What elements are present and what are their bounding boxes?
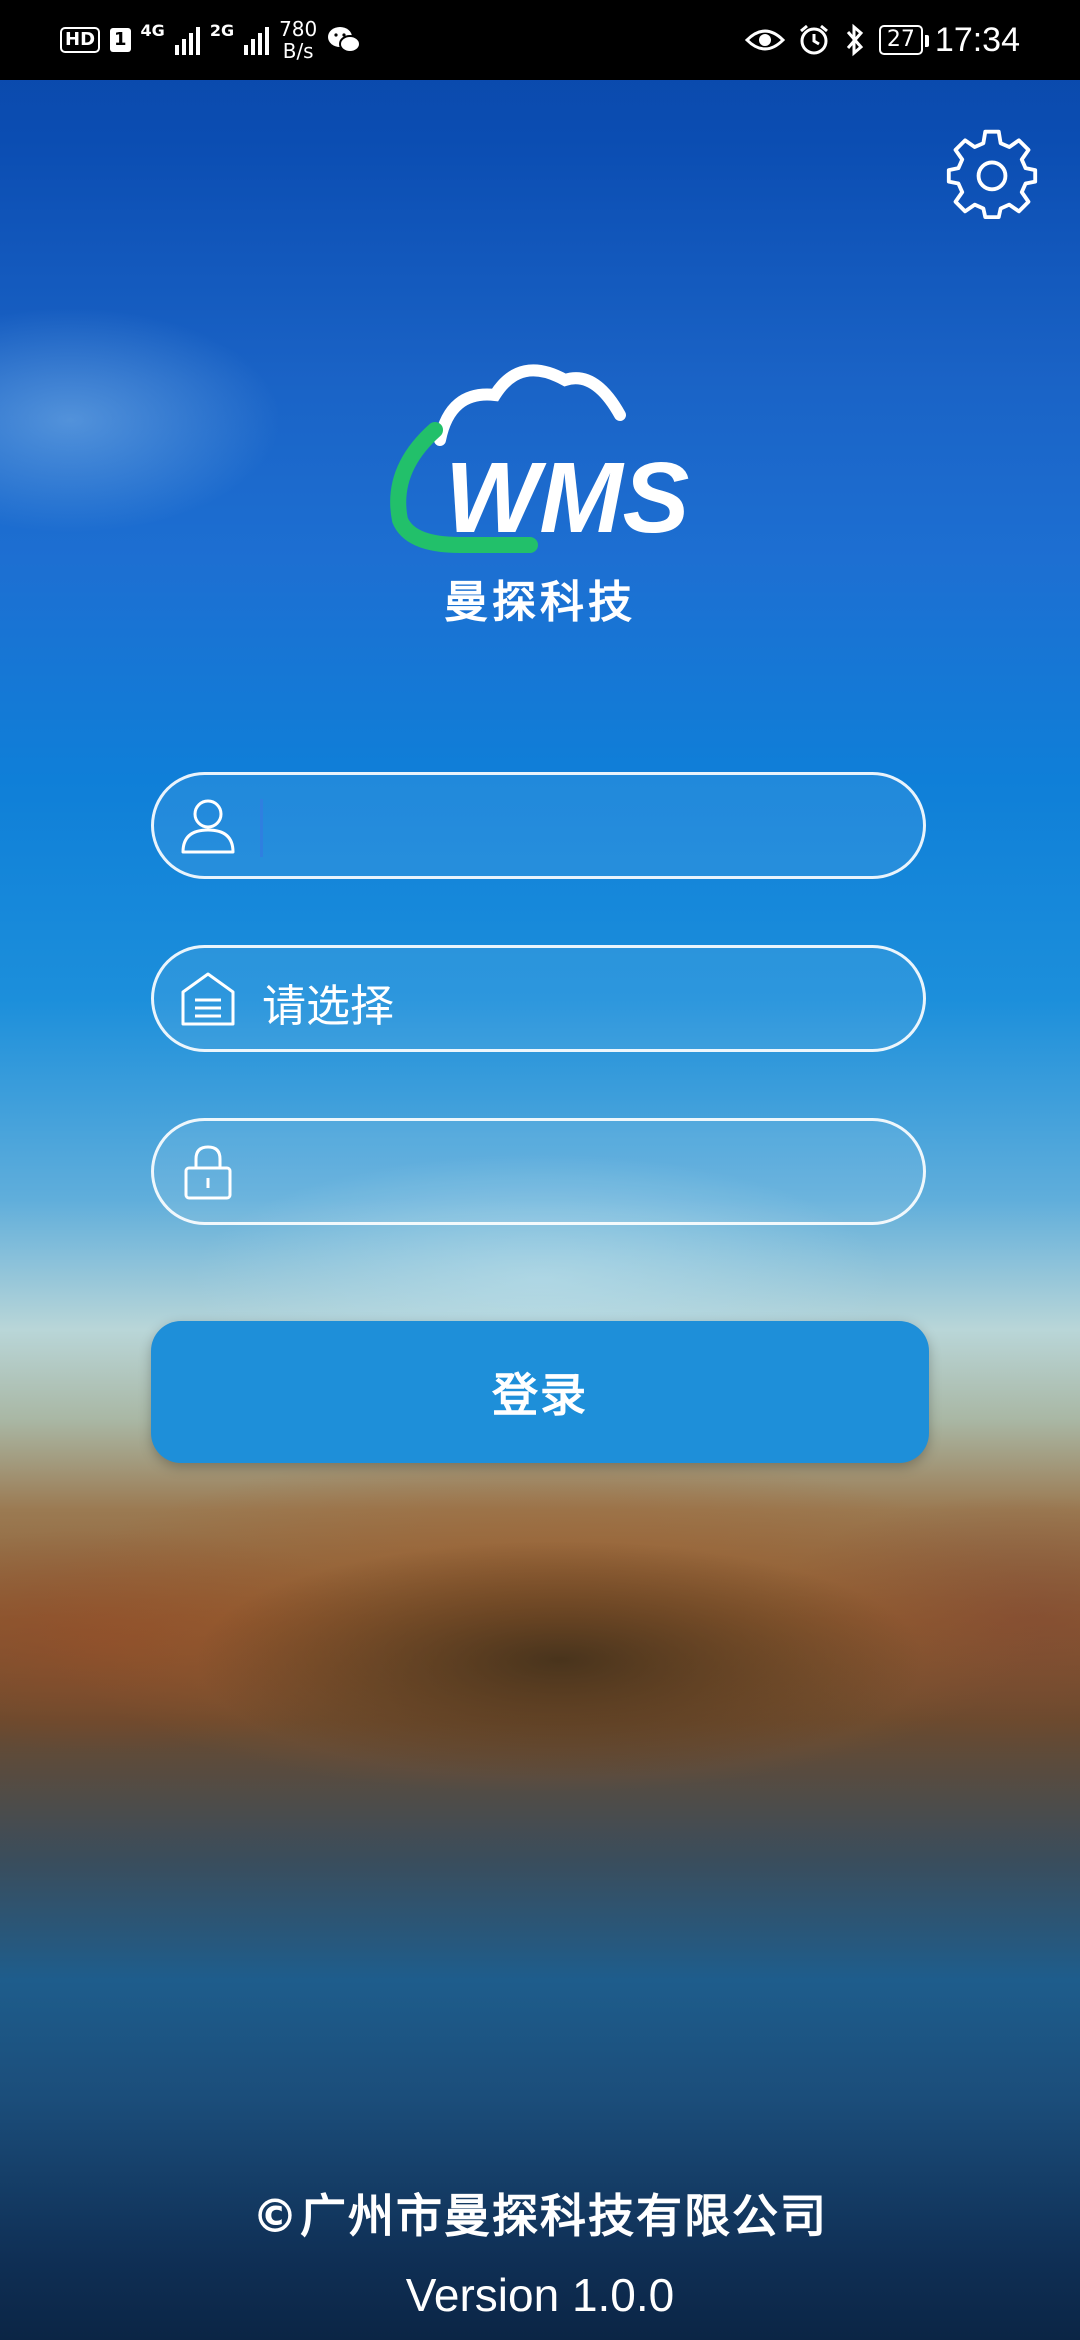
password-input[interactable] bbox=[258, 1131, 902, 1215]
wechat-icon bbox=[328, 27, 362, 53]
lock-icon bbox=[184, 1145, 232, 1200]
warehouse-icon bbox=[181, 972, 235, 1026]
network-type-2: 2G bbox=[209, 20, 235, 40]
clock: 17:34 bbox=[934, 20, 1020, 59]
battery-icon: 27 bbox=[878, 25, 929, 55]
network-speed-value: 780 bbox=[279, 17, 318, 41]
network-type-1: 4G bbox=[140, 20, 165, 40]
user-icon bbox=[181, 799, 235, 854]
brand-name: 曼探科技 bbox=[444, 577, 636, 628]
gear-icon[interactable] bbox=[944, 124, 1040, 220]
warehouse-select[interactable]: 请选择 bbox=[151, 945, 926, 1052]
network-speed: 780 B/s bbox=[279, 18, 317, 62]
login-button[interactable]: 登录 bbox=[151, 1321, 929, 1463]
network-speed-unit: B/s bbox=[282, 39, 314, 63]
version-text: Version 1.0.0 bbox=[405, 2269, 675, 2321]
warehouse-select-placeholder: 请选择 bbox=[262, 981, 394, 1032]
hd-indicator: HD bbox=[60, 27, 101, 53]
logo-wordmark: WMS bbox=[445, 442, 689, 554]
status-bar-right: 27 17:34 bbox=[744, 0, 1020, 80]
username-input[interactable] bbox=[258, 785, 902, 869]
signal-bars-1-icon bbox=[174, 25, 200, 55]
status-bar-left: HD 1 4G 2G 780 B/s bbox=[60, 0, 362, 80]
bluetooth-icon bbox=[846, 23, 864, 57]
copyright-text: ©广州市曼探科技有限公司 bbox=[252, 2189, 828, 2243]
status-bar: HD 1 4G 2G 780 B/s 27 17:34 bbox=[0, 0, 1080, 80]
eye-icon bbox=[744, 29, 785, 51]
sim-indicator: 1 bbox=[110, 28, 131, 52]
signal-bars-2-icon bbox=[244, 25, 270, 55]
password-field[interactable] bbox=[151, 1118, 926, 1225]
alarm-icon bbox=[799, 24, 828, 55]
username-field[interactable] bbox=[151, 772, 926, 879]
wms-logo: WMS bbox=[390, 364, 689, 554]
